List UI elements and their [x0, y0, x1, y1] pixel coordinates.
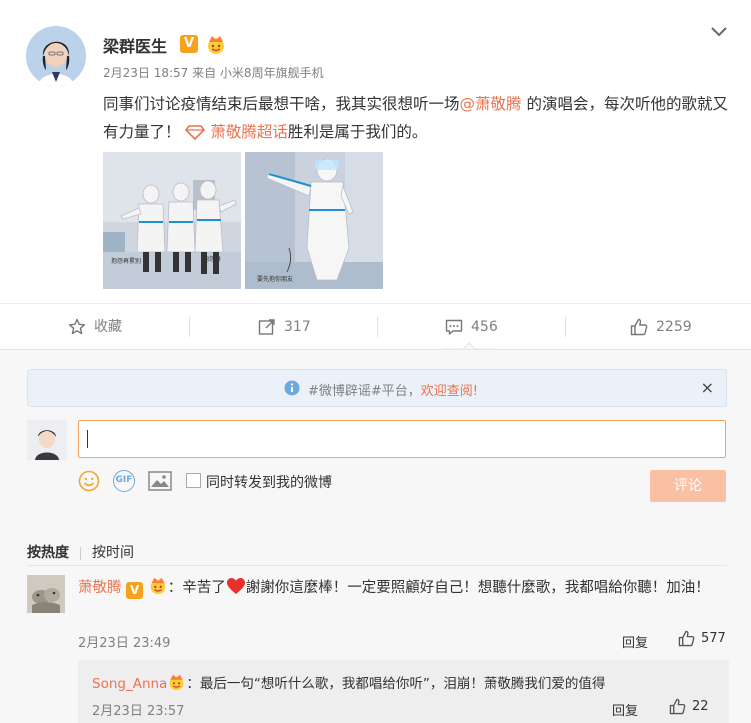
author-avatar[interactable] [26, 26, 86, 86]
post-text-part1: 同事们讨论疫情结束后最想干啥，我其实很想听一场 [103, 95, 460, 113]
verified-badge-icon: V [180, 35, 198, 53]
composer-toolbar: GIF [78, 468, 172, 494]
sub-comment-like-count: 22 [692, 699, 709, 714]
comment-like-count: 577 [701, 631, 726, 646]
commenter-avatar[interactable] [27, 575, 65, 613]
sort-by-hot-tab[interactable]: 按热度 [27, 545, 69, 561]
notice-text: #微博辟谣#平台，欢迎查阅! [308, 380, 478, 399]
post-meta: 2月23日 18:57 来自 小米8周年旗舰手机 [103, 66, 324, 80]
post-text: 同事们讨论疫情结束后最想干啥，我其实很想听一场@萧敬腾 的演唱会，每次听他的歌就… [103, 90, 733, 146]
comment-text-b: 謝謝你這麼棒！一定要照顧好自己！想聽什麼歌，我都唱給你聽！加油！ [245, 580, 710, 596]
divider [80, 546, 81, 560]
rumor-notice-bar: #微博辟谣#平台，欢迎查阅! × [27, 369, 727, 407]
divider [27, 565, 727, 566]
emoji-icon[interactable] [78, 470, 100, 492]
gif-icon[interactable]: GIF [113, 470, 135, 492]
share-icon [258, 319, 275, 335]
image1-caption-left: 抱怨再累别 [111, 257, 141, 265]
action-bar: 收藏 317 456 2259 [0, 303, 751, 349]
image-icon[interactable] [148, 471, 172, 491]
post-image-2[interactable]: 要先抱你朋友 [245, 152, 383, 289]
fan-crown-icon [205, 33, 227, 55]
favorite-button[interactable]: 收藏 [68, 304, 122, 350]
notice-link[interactable]: 欢迎查阅! [421, 384, 478, 399]
also-repost-checkbox[interactable] [186, 473, 201, 488]
sub-comment-time: 2月23日 23:57 [92, 704, 185, 719]
comment-text-a: ：辛苦了 [167, 580, 226, 596]
repost-count: 317 [284, 319, 311, 335]
text-cursor [87, 430, 88, 448]
active-tab-indicator [443, 342, 495, 349]
comment-icon [445, 319, 463, 335]
verified-badge-icon: V [126, 582, 144, 599]
sort-by-time-tab[interactable]: 按时间 [92, 545, 134, 561]
mention-link[interactable]: @萧敬腾 [460, 95, 522, 113]
also-repost-label[interactable]: 同时转发到我的微博 [206, 472, 332, 492]
my-avatar[interactable] [27, 420, 67, 460]
sub-comment-like-button[interactable]: 22 [669, 698, 709, 715]
comment-body: 萧敬腾 V ：辛苦了 謝謝你這麼棒！一定要照顧好自己！想聽什麼歌，我都唱給你聽！加… [78, 575, 728, 602]
divider [189, 317, 190, 337]
reply-button[interactable]: 回复 [622, 632, 648, 651]
divider [377, 317, 378, 337]
fan-crown-icon [169, 674, 184, 691]
super-topic-link[interactable]: 萧敬腾超话 [185, 123, 288, 141]
post-text-part3: 胜利是属于我们的。 [287, 123, 428, 141]
favorite-label: 收藏 [94, 319, 122, 335]
comment-time: 2月23日 23:49 [78, 636, 171, 651]
topic-label: 萧敬腾超话 [210, 123, 288, 141]
commenter-name[interactable]: 萧敬腾 [78, 580, 122, 596]
sort-tabs: 按热度 按时间 [27, 542, 134, 562]
image1-caption-right: 抱怨再 [203, 255, 221, 263]
sub-reply-button[interactable]: 回复 [612, 700, 638, 719]
sub-comment-body: Song_Anna ：最后一句“想听什么歌，我都唱给你听”，泪崩！萧敬腾我们爱的值… [92, 672, 605, 692]
diamond-icon [185, 125, 206, 140]
like-count: 2259 [656, 319, 692, 335]
thumbs-up-icon [678, 630, 695, 647]
divider [565, 317, 566, 337]
comment-like-button[interactable]: 577 [678, 630, 726, 647]
like-button[interactable]: 2259 [630, 304, 692, 350]
sub-commenter-name[interactable]: Song_Anna [92, 676, 167, 692]
thumbs-up-icon [630, 318, 648, 336]
fan-crown-icon [150, 577, 165, 595]
comment-input[interactable] [78, 420, 726, 458]
post: 梁群医生 V 2月23日 18:57 来自 小米8周年旗舰手机 同事们讨论疫情结… [0, 0, 751, 303]
post-image-1[interactable]: 抱怨再累别 抱怨再 [103, 152, 241, 289]
heart-icon [226, 578, 245, 594]
submit-comment-button[interactable]: 评论 [650, 470, 726, 502]
image2-caption: 要先抱你朋友 [257, 275, 293, 283]
chevron-down-icon[interactable] [709, 25, 729, 39]
author-name[interactable]: 梁群医生 [103, 33, 167, 57]
close-icon[interactable]: × [701, 378, 714, 397]
notice-prefix: #微博辟谣#平台， [308, 384, 421, 399]
weibo-card: 梁群医生 V 2月23日 18:57 来自 小米8周年旗舰手机 同事们讨论疫情结… [0, 0, 751, 723]
sub-comment: Song_Anna ：最后一句“想听什么歌，我都唱给你听”，泪崩！萧敬腾我们爱的值… [78, 660, 729, 723]
thumbs-up-icon [669, 698, 686, 715]
info-icon [284, 380, 300, 396]
star-icon [68, 318, 86, 335]
sub-comment-text: ：最后一句“想听什么歌，我都唱给你听”，泪崩！萧敬腾我们爱的值得 [186, 676, 606, 692]
repost-button[interactable]: 317 [258, 304, 311, 350]
